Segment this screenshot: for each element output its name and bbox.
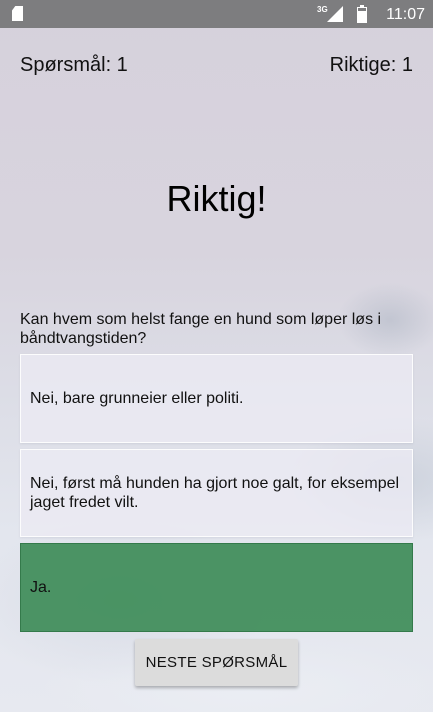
battery-icon xyxy=(357,5,367,23)
status-clock: 11:07 xyxy=(386,6,425,23)
answer-option-2[interactable]: Nei, først må hunden ha gjort noe galt, … xyxy=(20,449,413,537)
next-question-button[interactable]: NESTE SPØRSMÅL xyxy=(135,639,298,686)
signal-icon xyxy=(327,6,343,22)
answer-option-label: Nei, først må hunden ha gjort noe galt, … xyxy=(30,475,400,511)
status-bar: 3G 11:07 xyxy=(0,0,433,28)
network-type-label: 3G xyxy=(317,5,328,14)
answer-option-3-correct[interactable]: Ja. xyxy=(20,543,413,632)
answer-option-label: Nei, bare grunneier eller politi. xyxy=(30,390,244,407)
signal-indicator: 3G xyxy=(317,5,343,23)
question-counter: Spørsmål: 1 xyxy=(20,54,128,76)
result-message: Riktig! xyxy=(166,178,267,219)
answer-option-1[interactable]: Nei, bare grunneier eller politi. xyxy=(20,354,413,443)
correct-counter: Riktige: 1 xyxy=(329,54,413,76)
sd-card-icon xyxy=(12,6,23,21)
question-text: Kan hvem som helst fange en hund som løp… xyxy=(20,311,382,347)
answer-option-label: Ja. xyxy=(30,579,52,596)
